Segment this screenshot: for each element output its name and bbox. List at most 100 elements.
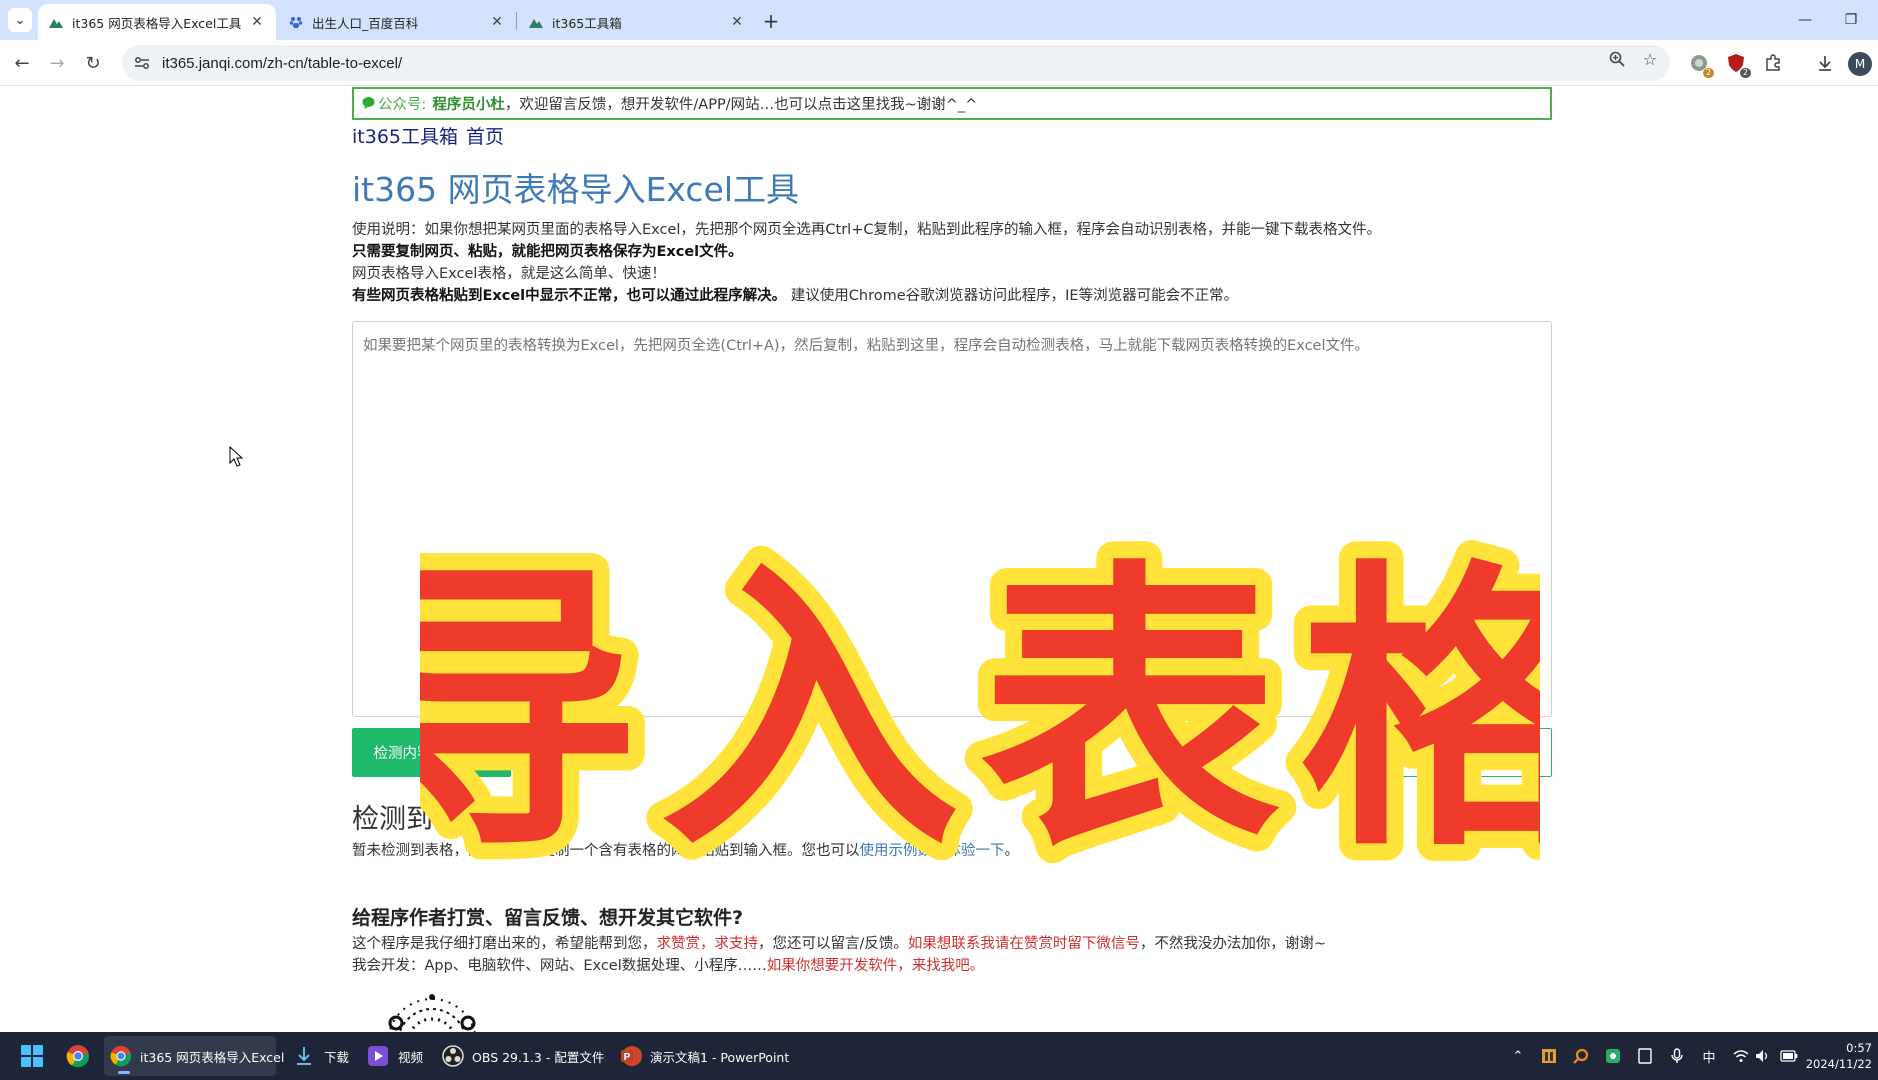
breadcrumb-index-link[interactable]: 首页 [466, 126, 504, 148]
tab-it365-toolbox[interactable]: it365工具箱 ✕ [518, 4, 756, 40]
taskbar-obs[interactable]: OBS 29.1.3 - 配置文件: 纠 [436, 1036, 606, 1076]
detect-tables-button[interactable]: 检测内容中的表格 [352, 728, 511, 777]
taskbar-item-label: 下载 [324, 1049, 350, 1065]
tray-volume-icon[interactable] [1753, 1046, 1773, 1066]
support-line1-red2: 如果想联系我请在赞赏时留下微信号 [907, 936, 1140, 952]
forward-button[interactable]: → [43, 49, 71, 77]
zoom-icon[interactable] [1606, 48, 1628, 70]
reload-button[interactable]: ↻ [79, 49, 107, 77]
taskbar-item-label: it365 网页表格导入Excel [140, 1049, 285, 1065]
paste-input-textarea[interactable] [352, 321, 1552, 717]
start-button[interactable] [14, 1036, 54, 1076]
reward-qr-code [388, 994, 476, 1032]
svg-text:P: P [624, 1052, 631, 1063]
breadcrumb: it365工具箱 首页 [352, 122, 512, 149]
taskbar-chrome-pinned[interactable] [60, 1036, 100, 1076]
taskbar-powerpoint[interactable]: P 演示文稿1 - PowerPoint [614, 1036, 789, 1076]
address-bar[interactable]: it365.janqi.com/zh-cn/table-to-excel/ [122, 45, 1670, 81]
windows-taskbar: it365 网页表格导入Excel 下载 视频 OBS 29.1.3 - 配置文… [0, 1032, 1878, 1080]
obs-icon [442, 1044, 464, 1068]
detected-text: 暂未检测到表格，您可以试试复制一个含有表格的网页粘贴到输入框。您也可以 [352, 843, 860, 859]
wechat-icon [362, 96, 378, 112]
mouse-cursor-icon [229, 446, 244, 467]
save-as-webpage-button[interactable]: 将内容保存为网页 [1393, 728, 1552, 777]
support-line1-a: 这个程序是我仔细打磨出来的，希望能帮到您， [352, 936, 657, 952]
support-line1-c: ，不然我没办法加你，谢谢~ [1139, 936, 1327, 952]
new-tab-button[interactable]: + [758, 8, 784, 34]
tray-ime-indicator[interactable]: 中 [1699, 1046, 1719, 1066]
support-line1-red1: 求赞赏，求支持 [656, 936, 759, 952]
taskbar-chrome-window[interactable]: it365 网页表格导入Excel [104, 1036, 284, 1076]
notice-account: 程序员小杜 [432, 97, 505, 113]
desc-line-4-bold: 有些网页表格粘贴到Excel中显示不正常，也可以通过此程序解决。 [352, 288, 787, 304]
chrome-icon [66, 1044, 90, 1068]
download-icon [292, 1044, 316, 1068]
close-icon[interactable]: ✕ [728, 13, 746, 31]
tray-wifi-icon[interactable] [1731, 1046, 1751, 1066]
profile-avatar[interactable]: M [1848, 52, 1872, 76]
taskbar-downloads[interactable]: 下载 [286, 1036, 354, 1076]
chrome-icon [110, 1044, 132, 1068]
reload-icon: ↻ [85, 52, 101, 74]
taskbar-item-label: OBS 29.1.3 - 配置文件: 纠 [472, 1049, 606, 1065]
site-info-icon[interactable] [132, 53, 152, 73]
tray-tablet-icon[interactable] [1635, 1046, 1655, 1066]
it365-favicon-icon [528, 14, 544, 30]
extensions-puzzle-icon[interactable] [1762, 52, 1784, 74]
sample-data-link[interactable]: 使用示例数据体验一下 [860, 843, 1005, 859]
tray-chevron-up-icon[interactable]: ⌃ [1508, 1046, 1528, 1066]
support-line1-b: ，您还可以留言/反馈。 [758, 936, 908, 952]
restore-icon: ❐ [1844, 12, 1858, 28]
extension-translate-icon[interactable]: 2 [1688, 52, 1714, 78]
page-title: it365 网页表格导入Excel工具 [352, 170, 799, 209]
bookmark-star-icon[interactable]: ☆ [1639, 48, 1661, 70]
back-button[interactable]: ← [8, 49, 36, 77]
extension-shield-icon[interactable]: 2 [1725, 52, 1751, 78]
download-icon[interactable] [1814, 52, 1836, 74]
tab-divider [516, 12, 517, 30]
desc-line-3: 网页表格导入Excel表格，就是这么简单、快速！ [352, 266, 666, 282]
url-text: it365.janqi.com/zh-cn/table-to-excel/ [162, 54, 403, 72]
tab-title: 出生人口_百度百科 [312, 15, 419, 31]
system-clock[interactable]: 0:57 2024/11/22 [1806, 1040, 1872, 1072]
notice-prefix: 公众号: [378, 97, 427, 113]
notice-text: ，欢迎留言反馈，想开发软件/APP/网站…也可以点击这里找我~谢谢^_^ [504, 97, 978, 113]
breadcrumb-home-link[interactable]: it365工具箱 [352, 126, 458, 148]
extension-badge: 2 [1702, 68, 1714, 78]
tab-title: it365 网页表格导入Excel工具 [72, 15, 242, 31]
wechat-notice-banner[interactable]: 公众号: 程序员小杜 ，欢迎留言反馈，想开发软件/APP/网站…也可以点击这里找… [352, 87, 1552, 120]
windows-logo-icon [20, 1044, 44, 1068]
it365-favicon-icon [48, 14, 64, 30]
extension-badge: 2 [1739, 68, 1751, 78]
clock-time: 0:57 [1846, 1041, 1872, 1055]
video-icon [366, 1044, 390, 1068]
restore-button[interactable]: ❐ [1836, 8, 1866, 32]
tab-it365-table-to-excel[interactable]: it365 网页表格导入Excel工具 ✕ [38, 4, 276, 40]
desc-line-1: 使用说明：如果你想把某网页里面的表格导入Excel，先把那个网页全选再Ctrl+… [352, 222, 1381, 238]
usage-description: 使用说明：如果你想把某网页里面的表格导入Excel，先把那个网页全选再Ctrl+… [352, 219, 1552, 307]
close-icon[interactable]: ✕ [248, 13, 266, 31]
tab-search-button[interactable]: ⌄ [8, 8, 32, 32]
clock-date: 2024/11/22 [1805, 1057, 1872, 1071]
tray-battery-icon[interactable] [1779, 1046, 1799, 1066]
taskbar-item-label: 视频 [398, 1049, 424, 1065]
support-line2-red: 如果你想要开发软件，来找我吧。 [766, 958, 985, 974]
taskbar-video[interactable]: 视频 [360, 1036, 428, 1076]
minimize-button[interactable]: — [1790, 8, 1820, 32]
close-icon[interactable]: ✕ [488, 13, 506, 31]
tab-baidu-baike[interactable]: 出生人口_百度百科 ✕ [278, 4, 516, 40]
web-page: 公众号: 程序员小杜 ，欢迎留言反馈，想开发软件/APP/网站…也可以点击这里找… [0, 87, 1878, 1032]
browser-toolbar: ← → ↻ it365.janqi.com/zh-cn/table-to-exc… [0, 40, 1878, 86]
desc-line-2: 只需要复制网页、粘贴，就能把网页表格保存为Excel文件。 [352, 244, 743, 260]
powerpoint-icon: P [620, 1044, 642, 1068]
tray-app-icon[interactable] [1539, 1046, 1559, 1066]
tab-bar: ⌄ it365 网页表格导入Excel工具 ✕ 出生人口_百度百科 ✕ it36… [0, 0, 1878, 40]
plus-icon: + [762, 9, 780, 33]
arrow-left-icon: ← [14, 52, 30, 74]
baidu-paw-icon [288, 14, 304, 30]
tray-search-app-icon[interactable] [1571, 1046, 1591, 1066]
tray-wechat-icon[interactable] [1603, 1046, 1623, 1066]
detected-tables-message: 暂未检测到表格，您可以试试复制一个含有表格的网页粘贴到输入框。您也可以使用示例数… [352, 839, 1019, 860]
tray-microphone-icon[interactable] [1667, 1046, 1687, 1066]
minimize-icon: — [1798, 12, 1812, 28]
